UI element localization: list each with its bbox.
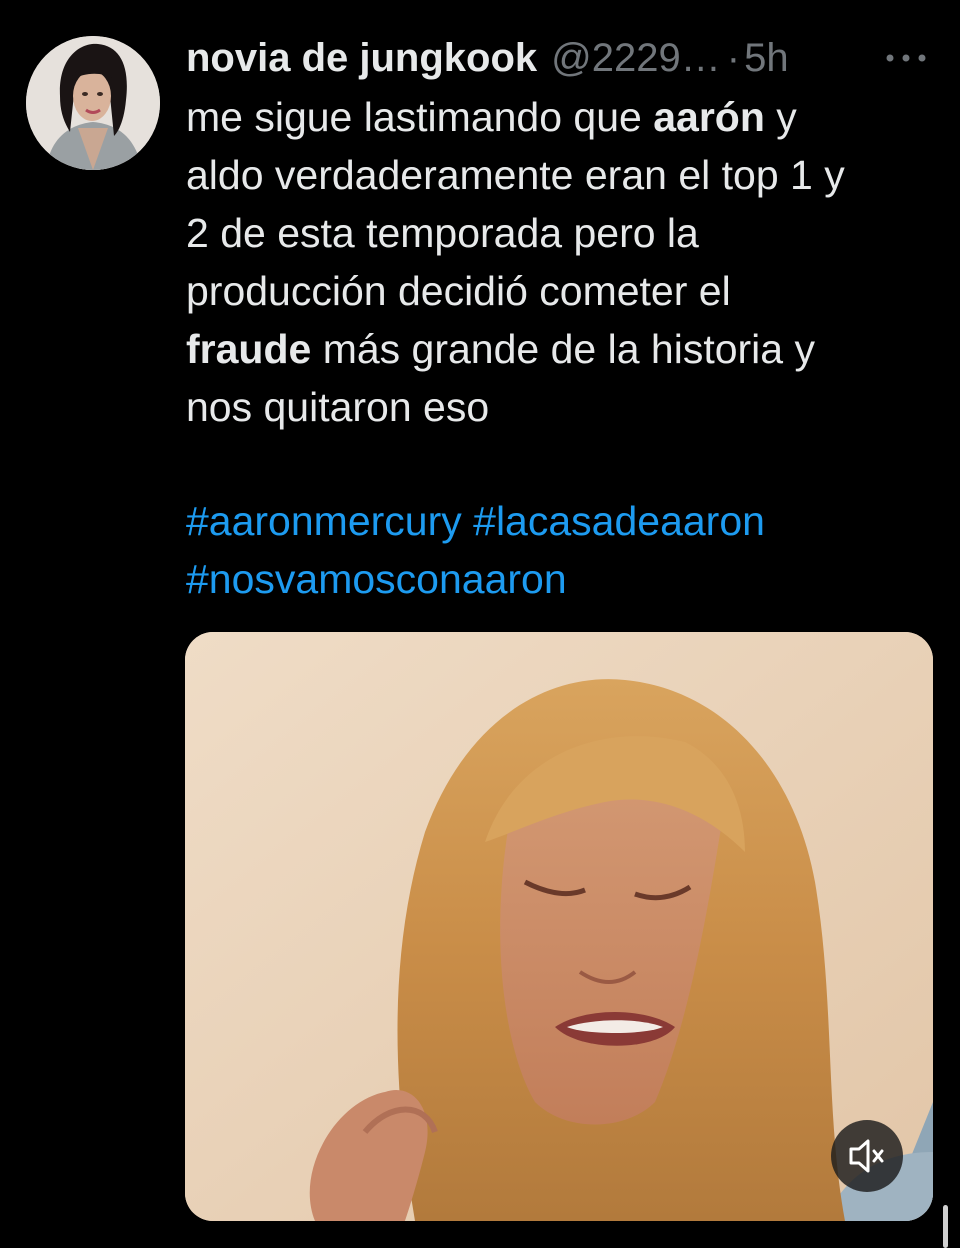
hashtag-link[interactable]: #aaronmercury	[186, 498, 462, 544]
display-name[interactable]: novia de jungkook	[186, 33, 537, 83]
volume-muted-icon	[849, 1139, 884, 1173]
tweet-line: me sigue lastimando que aarón y	[186, 94, 797, 140]
tweet-line: 2 de esta temporada pero la	[186, 210, 699, 256]
hashtag-list: #aaronmercury #lacasadeaaron #nosvamosco…	[186, 492, 765, 608]
tweet-text: me sigue lastimando que aarón y aldo ver…	[186, 88, 926, 436]
mute-button[interactable]	[831, 1120, 903, 1192]
bold-word: fraude	[186, 326, 312, 372]
user-handle[interactable]: @2229…	[551, 33, 721, 83]
tweet-line: aldo verdaderamente eran el top 1 y	[186, 152, 845, 198]
tweet-header: novia de jungkook @2229… · 5h	[186, 33, 789, 83]
hashtag-link[interactable]: #lacasadeaaron	[473, 498, 765, 544]
separator-dot: ·	[726, 36, 741, 80]
tweet-video[interactable]	[185, 632, 933, 1221]
avatar[interactable]	[26, 36, 160, 170]
more-options-button[interactable]	[880, 38, 936, 78]
tweet-line: nos quitaron eso	[186, 384, 490, 430]
tweet-line: producción decidió cometer el	[186, 268, 731, 314]
tweet[interactable]: novia de jungkook @2229… · 5h me sigue l…	[0, 0, 960, 1248]
hashtag-link[interactable]: #nosvamosconaaron	[186, 556, 567, 602]
scrollbar[interactable]	[943, 1205, 948, 1248]
bold-word: aarón	[653, 94, 765, 140]
tweet-line: fraude más grande de la historia y	[186, 326, 815, 372]
avatar-image	[26, 36, 160, 170]
timestamp[interactable]: 5h	[744, 33, 789, 83]
more-horizontal-icon	[886, 54, 926, 62]
video-frame	[185, 632, 933, 1221]
